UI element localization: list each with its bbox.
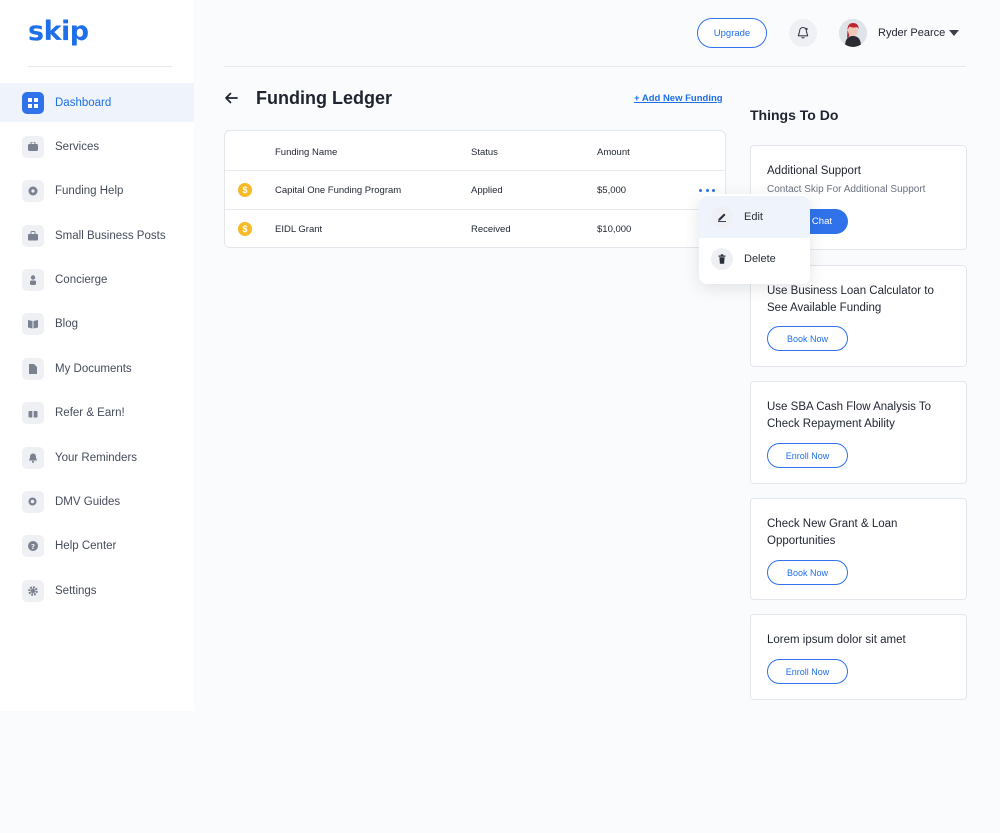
- trash-icon: [711, 248, 733, 270]
- concierge-icon: [22, 269, 44, 292]
- column-header-funding-name: Funding Name: [275, 147, 338, 158]
- sidebar-item-label: Funding Help: [55, 185, 124, 198]
- notifications-button[interactable]: [789, 19, 817, 47]
- sidebar-item-label: My Documents: [55, 362, 132, 375]
- menu-item-delete[interactable]: Delete: [699, 238, 810, 280]
- user-name[interactable]: Ryder Pearce: [878, 27, 945, 39]
- sidebar-item-services[interactable]: Services: [0, 127, 194, 166]
- divider: [224, 66, 966, 67]
- sidebar-item-label: Your Reminders: [55, 451, 138, 464]
- things-to-do-title: Things To Do: [750, 107, 839, 123]
- todo-card: Lorem ipsum dolor sit amet Enroll Now: [750, 614, 967, 700]
- enroll-now-button[interactable]: Enroll Now: [767, 659, 848, 684]
- help-icon: ?: [22, 535, 44, 558]
- card-title: Additional Support: [767, 165, 861, 177]
- sidebar-item-label: Settings: [55, 584, 97, 597]
- row-options-menu: Edit Delete: [699, 194, 810, 284]
- skip-logo[interactable]: skip: [28, 16, 89, 47]
- funding-name: Capital One Funding Program: [275, 185, 402, 196]
- funding-help-icon: [22, 180, 44, 203]
- sidebar-item-dmv-guides[interactable]: DMV Guides: [0, 483, 194, 522]
- sidebar-item-blog[interactable]: Blog: [0, 305, 194, 344]
- document-icon: [22, 357, 44, 380]
- sidebar-item-funding-help[interactable]: Funding Help: [0, 172, 194, 211]
- menu-item-label: Edit: [744, 211, 763, 223]
- arrow-left-icon[interactable]: [223, 90, 239, 106]
- dashboard-icon: [22, 91, 44, 114]
- divider: [28, 66, 172, 67]
- sidebar-item-label: Help Center: [55, 540, 117, 553]
- todo-card: Check New Grant & Loan Opportunities Boo…: [750, 498, 967, 600]
- edit-icon: [711, 206, 733, 228]
- page-title: Funding Ledger: [256, 88, 392, 108]
- briefcase-icon: [22, 224, 44, 247]
- sidebar-item-label: Small Business Posts: [55, 229, 166, 242]
- funding-status: Applied: [471, 185, 503, 196]
- sidebar-item-label: Dashboard: [55, 96, 112, 109]
- book-icon: [22, 313, 44, 336]
- search-icon: [22, 491, 44, 514]
- sidebar-item-small-business-posts[interactable]: Small Business Posts: [0, 216, 194, 255]
- sidebar-item-concierge[interactable]: Concierge: [0, 261, 194, 300]
- sidebar-item-label: Refer & Earn!: [55, 407, 125, 420]
- bell-icon: [797, 26, 809, 39]
- table-row[interactable]: $ Capital One Funding Program Applied $5…: [225, 170, 725, 209]
- gift-icon: [22, 402, 44, 425]
- funding-amount: $10,000: [597, 224, 632, 235]
- sidebar-nav: Dashboard Services Funding Help Small Bu…: [0, 83, 194, 616]
- sidebar-item-label: Concierge: [55, 274, 108, 287]
- dollar-coin-icon: $: [238, 222, 252, 236]
- funding-name: EIDL Grant: [275, 224, 323, 235]
- sidebar-item-label: Blog: [55, 318, 79, 331]
- menu-item-edit[interactable]: Edit: [699, 196, 810, 238]
- sidebar-item-your-reminders[interactable]: Your Reminders: [0, 438, 194, 477]
- svg-text:?: ?: [31, 543, 35, 551]
- avatar-image: [839, 19, 867, 47]
- sidebar-item-label: DMV Guides: [55, 496, 121, 509]
- avatar[interactable]: [839, 19, 867, 47]
- book-now-button[interactable]: Book Now: [767, 560, 848, 585]
- card-title: Use Business Loan Calculator to See Avai…: [767, 285, 934, 314]
- sidebar-item-help-center[interactable]: ? Help Center: [0, 527, 194, 566]
- sidebar-item-refer-earn[interactable]: Refer & Earn!: [0, 394, 194, 433]
- card-title: Use SBA Cash Flow Analysis To Check Repa…: [767, 401, 932, 430]
- gear-icon: [22, 579, 44, 602]
- column-header-amount: Amount: [597, 147, 630, 158]
- card-title: Lorem ipsum dolor sit amet: [767, 634, 906, 646]
- menu-item-label: Delete: [744, 253, 776, 265]
- sidebar: skip Dashboard Services Funding Help Sma…: [0, 0, 194, 711]
- bell-icon: [22, 446, 44, 469]
- upgrade-button[interactable]: Upgrade: [697, 18, 767, 48]
- table-row[interactable]: $ EIDL Grant Received $10,000: [225, 209, 725, 248]
- todo-card: Use SBA Cash Flow Analysis To Check Repa…: [750, 381, 967, 484]
- sidebar-item-label: Services: [55, 140, 100, 153]
- dollar-coin-icon: $: [238, 183, 252, 197]
- card-title: Check New Grant & Loan Opportunities: [767, 518, 898, 547]
- add-new-funding-link[interactable]: + Add New Funding: [634, 93, 723, 104]
- chevron-down-icon[interactable]: [949, 30, 959, 36]
- funding-table: Funding Name Status Amount $ Capital One…: [224, 130, 726, 248]
- sidebar-item-my-documents[interactable]: My Documents: [0, 349, 194, 388]
- column-header-status: Status: [471, 147, 498, 158]
- book-now-button[interactable]: Book Now: [767, 326, 848, 351]
- funding-status: Received: [471, 224, 511, 235]
- services-icon: [22, 135, 44, 158]
- sidebar-item-dashboard[interactable]: Dashboard: [0, 83, 194, 122]
- funding-amount: $5,000: [597, 185, 627, 196]
- enroll-now-button[interactable]: Enroll Now: [767, 443, 848, 468]
- sidebar-item-settings[interactable]: Settings: [0, 571, 194, 610]
